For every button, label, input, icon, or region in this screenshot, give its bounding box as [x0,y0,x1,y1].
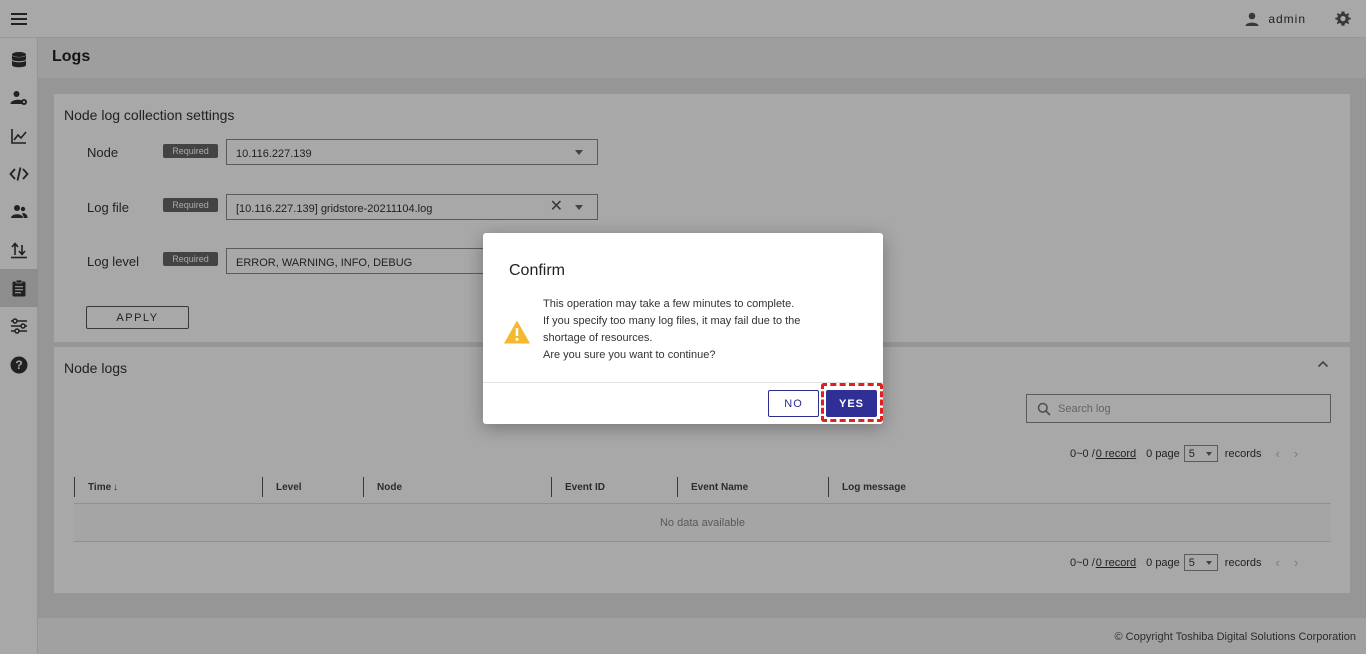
confirm-dialog: Confirm This operation may take a few mi… [483,233,883,424]
yes-button[interactable]: YES [826,390,877,417]
dialog-message-line: Are you sure you want to continue? [543,349,716,361]
warning-icon [504,320,530,344]
dialog-message-line: This operation may take a few minutes to… [543,298,795,310]
dialog-message-line: shortage of resources. [543,332,653,344]
dialog-title: Confirm [509,262,566,279]
no-button[interactable]: NO [768,390,819,417]
dialog-message-line: If you specify too many log files, it ma… [543,315,801,327]
